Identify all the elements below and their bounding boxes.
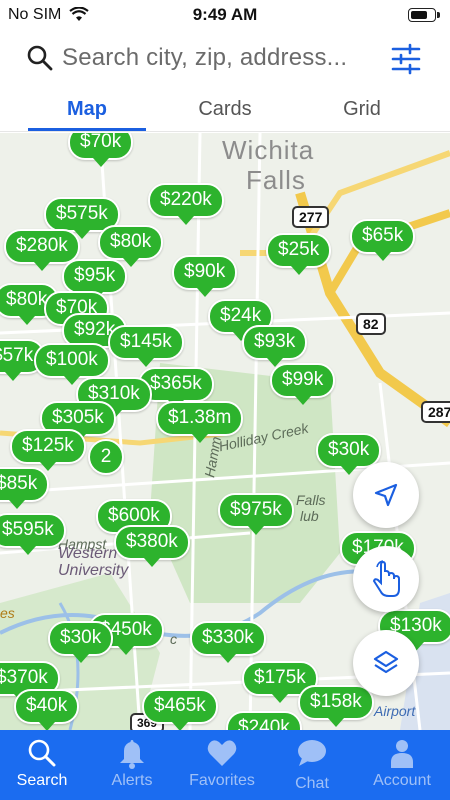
price-pin[interactable]: $30k	[48, 621, 114, 663]
price-pin[interactable]: $330k	[190, 621, 266, 663]
price-pin[interactable]: $93k	[242, 325, 308, 367]
clock: 9:49 AM	[192, 5, 258, 24]
draw-button[interactable]	[353, 546, 419, 612]
search-bar[interactable]: Search city, zip, address...	[0, 34, 450, 86]
search-input[interactable]: Search city, zip, address...	[62, 44, 347, 72]
place-label-c: c	[170, 631, 177, 647]
price-pin[interactable]: $85k	[0, 467, 50, 509]
tab-grid[interactable]: Grid	[302, 98, 422, 121]
price-pin[interactable]: $25k	[266, 233, 332, 275]
layers-button[interactable]	[353, 630, 419, 696]
draw-hand-icon	[372, 560, 400, 597]
price-pin[interactable]: $40k	[14, 689, 80, 730]
price-pin[interactable]: $220k	[148, 183, 224, 225]
nav-label: Account	[373, 772, 431, 789]
bottom-nav: Search Alerts Favorites Chat Account	[0, 730, 450, 800]
price-pin[interactable]: $595k	[0, 513, 66, 555]
nav-label: Chat	[295, 775, 329, 792]
status-bar: No SIM 9:49 AM	[0, 0, 450, 30]
price-pin[interactable]: $70k	[68, 133, 134, 167]
tab-cards[interactable]: Cards	[165, 98, 285, 121]
price-pin[interactable]: $975k	[218, 493, 294, 535]
nav-label: Search	[16, 772, 68, 789]
cluster-pin[interactable]: 2	[88, 439, 124, 475]
price-pin[interactable]: $145k	[108, 325, 184, 367]
place-label-es: es	[0, 605, 15, 621]
highway-277-shield: 277	[292, 206, 330, 228]
price-pin[interactable]: $158k	[298, 685, 374, 727]
location-arrow-icon	[374, 483, 398, 507]
map-view[interactable]: Wichita Falls Holliday Creek Hampst Hamm…	[0, 133, 450, 730]
active-tab-indicator	[28, 128, 146, 131]
tab-map[interactable]: Map	[27, 98, 147, 121]
heart-icon	[207, 740, 237, 766]
chat-icon	[298, 740, 326, 766]
nav-favorites[interactable]: Favorites	[177, 730, 267, 800]
price-pin[interactable]: $1.38m	[156, 401, 244, 443]
bell-icon	[120, 740, 144, 769]
highway-82-shield: 82	[356, 313, 386, 335]
price-pin[interactable]: $465k	[142, 689, 218, 730]
price-pin[interactable]: $30k	[316, 433, 382, 475]
club-label: lub	[300, 508, 319, 524]
price-pin[interactable]: $99k	[270, 363, 336, 405]
search-icon	[27, 45, 53, 71]
nav-chat[interactable]: Chat	[267, 730, 357, 800]
nav-alerts[interactable]: Alerts	[87, 730, 177, 800]
falls-label: Falls	[296, 492, 326, 508]
price-pin[interactable]: $280k	[4, 229, 80, 271]
city-label: Wichita Falls	[222, 135, 314, 195]
person-icon	[391, 740, 413, 768]
nav-account[interactable]: Account	[357, 730, 447, 800]
airport-label: Airport	[374, 703, 416, 719]
filter-sliders-icon[interactable]	[390, 42, 422, 76]
highway-287-shield: 287	[421, 401, 450, 423]
city-label-line2: Falls	[246, 165, 306, 195]
battery-icon	[408, 8, 440, 22]
price-pin[interactable]: $90k	[172, 255, 238, 297]
view-tabs: Map Cards Grid	[0, 92, 450, 132]
price-pin[interactable]: $95k	[62, 259, 128, 301]
locate-button[interactable]	[353, 462, 419, 528]
nav-label: Alerts	[111, 772, 153, 789]
nav-label: Favorites	[189, 772, 255, 789]
price-pin[interactable]: $240k	[226, 711, 302, 730]
university-line2: University	[58, 562, 129, 579]
price-pin[interactable]: $65k	[350, 219, 416, 261]
price-pin[interactable]: $100k	[34, 343, 110, 385]
nav-search[interactable]: Search	[0, 730, 87, 800]
price-pin[interactable]: $125k	[10, 429, 86, 471]
price-pin[interactable]: $80k	[98, 225, 164, 267]
price-pin[interactable]: $380k	[114, 525, 190, 567]
city-label-line1: Wichita	[222, 135, 315, 165]
layers-icon	[373, 650, 399, 674]
search-icon	[28, 739, 56, 767]
